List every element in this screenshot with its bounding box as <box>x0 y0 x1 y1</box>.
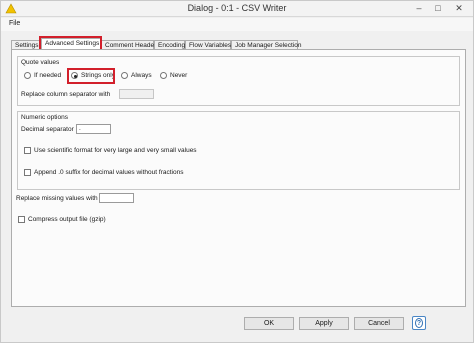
title-bar: Dialog - 0:1 - CSV Writer – □ ✕ <box>1 1 473 17</box>
advanced-settings-panel: Quote values If needed Strings only Alwa… <box>11 49 466 307</box>
quote-values-title: Quote values <box>21 59 60 66</box>
ok-button[interactable]: OK <box>244 317 294 330</box>
compress-checkbox[interactable] <box>18 216 25 223</box>
missing-values-label: Replace missing values with <box>16 195 98 202</box>
minimize-icon[interactable]: – <box>410 2 428 15</box>
radio-if-needed[interactable] <box>24 72 31 79</box>
csv-writer-dialog: Dialog - 0:1 - CSV Writer – □ ✕ File Set… <box>0 0 474 343</box>
quote-values-group: Quote values If needed Strings only Alwa… <box>17 56 460 106</box>
scientific-format-label: Use scientific format for very large and… <box>34 147 197 154</box>
help-button[interactable]: ? <box>412 316 426 330</box>
close-icon[interactable]: ✕ <box>450 2 468 15</box>
radio-never[interactable] <box>160 72 167 79</box>
label-if-needed: If needed <box>34 72 62 79</box>
menu-file[interactable]: File <box>9 20 20 27</box>
help-icon: ? <box>415 318 423 328</box>
replace-separator-label: Replace column separator with <box>21 91 111 98</box>
window-title: Dialog - 0:1 - CSV Writer <box>187 3 287 13</box>
missing-values-input[interactable] <box>99 193 134 203</box>
strings-only-highlight <box>67 68 115 84</box>
append-suffix-checkbox[interactable] <box>24 169 31 176</box>
cancel-button[interactable]: Cancel <box>354 317 404 330</box>
label-always: Always <box>131 72 152 79</box>
numeric-options-group: Numeric options Decimal separator . Use … <box>17 111 460 190</box>
compress-label: Compress output file (gzip) <box>28 216 106 223</box>
numeric-options-title: Numeric options <box>21 114 68 121</box>
maximize-icon[interactable]: □ <box>429 2 447 15</box>
append-suffix-label: Append .0 suffix for decimal values with… <box>34 169 184 176</box>
apply-button[interactable]: Apply <box>299 317 349 330</box>
decimal-separator-label: Decimal separator <box>21 126 74 133</box>
menu-bar: File <box>1 18 473 31</box>
decimal-separator-input[interactable]: . <box>76 124 111 134</box>
label-never: Never <box>170 72 188 79</box>
radio-always[interactable] <box>121 72 128 79</box>
scientific-format-checkbox[interactable] <box>24 147 31 154</box>
replace-separator-input[interactable] <box>119 89 154 99</box>
